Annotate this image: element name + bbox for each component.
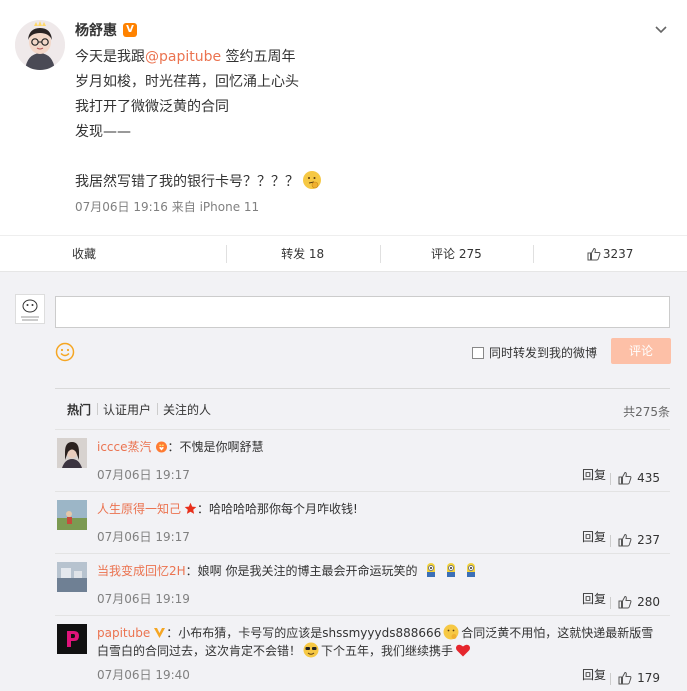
heart-icon xyxy=(456,644,471,657)
reply-button[interactable]: 回复 xyxy=(582,466,606,483)
tab-following[interactable]: 关注的人 xyxy=(157,401,217,418)
thumbs-up-icon xyxy=(618,595,632,609)
content-line: 今天是我跟 xyxy=(75,49,145,65)
comment-like-button[interactable]: 435 xyxy=(610,471,660,485)
repost-checkbox-label: 同时转发到我的微博 xyxy=(489,346,598,360)
my-avatar[interactable] xyxy=(15,294,45,324)
comment-text: 当我变成回忆2H：娘啊 你是我关注的博主最会开命运玩笑的 xyxy=(97,562,664,580)
author-name[interactable]: 杨舒惠 V xyxy=(75,20,137,40)
checkbox-box[interactable] xyxy=(472,346,484,359)
thinking-emoji-icon xyxy=(303,171,321,189)
tab-verified-users[interactable]: 认证用户 xyxy=(97,401,157,418)
thumbs-up-icon xyxy=(618,671,632,685)
repost-checkbox[interactable]: 同时转发到我的微博 xyxy=(472,344,597,361)
post-action-bar: 收藏 转发 18 评论 275 3237 xyxy=(0,236,687,272)
thumbs-up-icon xyxy=(587,247,601,260)
verified-icon xyxy=(154,628,166,638)
mention-link[interactable]: @papitube xyxy=(145,49,221,65)
reply-button[interactable]: 回复 xyxy=(582,528,606,545)
comment-item: iccce蒸汽 ：不愧是你啊舒慧 07月06日 19:17 回复 435 xyxy=(55,430,670,492)
author-avatar[interactable] xyxy=(15,20,65,70)
comment-body: ：娘啊 你是我关注的博主最会开命运玩笑的 xyxy=(185,564,418,578)
commenter-avatar[interactable] xyxy=(57,500,87,530)
reply-button[interactable]: 回复 xyxy=(582,590,606,607)
like-count: 3237 xyxy=(602,246,634,261)
commenter-name[interactable]: iccce蒸汽 xyxy=(97,440,152,454)
comment-like-button[interactable]: 179 xyxy=(610,671,660,685)
comment-like-count: 435 xyxy=(637,471,660,485)
like-button[interactable]: 3237 xyxy=(533,236,687,271)
minion-emoji-icon xyxy=(447,563,456,577)
comment-label: 评论 275 xyxy=(431,247,482,261)
commenter-avatar[interactable] xyxy=(57,624,87,654)
comment-body: ：哈哈哈哈那你每个月咋收钱! xyxy=(197,502,358,516)
comment-time: 07月06日 19:40 xyxy=(97,668,190,682)
comment-panel: 同时转发到我的微博 评论 热门 认证用户 关注的人 共275条 iccce蒸汽 ：… xyxy=(0,272,687,691)
weibo-post: 杨舒惠 V 今天是我跟@papitube 签约五周年 岁月如梭，时光荏苒，回忆涌… xyxy=(0,0,687,236)
comment-input[interactable] xyxy=(55,296,670,328)
post-content: 今天是我跟@papitube 签约五周年 岁月如梭，时光荏苒，回忆涌上心头 我打… xyxy=(75,45,321,195)
comment-item: papitube ：小布布猜，卡号写的应该是shssmyyyds888666 合同泛… xyxy=(55,616,670,691)
comment-total: 共275条 xyxy=(623,405,670,419)
favorite-label: 收藏 xyxy=(72,247,97,261)
minion-emoji-icon xyxy=(427,563,436,577)
content-line: 岁月如梭，时光荏苒，回忆涌上心头 xyxy=(75,74,299,90)
comment-text: 人生原得一知己 ：哈哈哈哈那你每个月咋收钱! xyxy=(97,500,664,518)
content-line: 发现—— xyxy=(75,124,131,140)
sunglasses-emoji-icon xyxy=(303,642,319,658)
commenter-avatar[interactable] xyxy=(57,562,87,592)
submit-comment-button[interactable]: 评论 xyxy=(611,338,671,364)
favorite-button[interactable]: 收藏 xyxy=(0,236,226,271)
comment-button[interactable]: 评论 275 xyxy=(379,236,534,271)
commenter-name[interactable]: 人生原得一知己 xyxy=(97,502,181,516)
comment-text: papitube ：小布布猜，卡号写的应该是shssmyyyds888666 合同泛… xyxy=(97,624,664,660)
chevron-down-icon[interactable] xyxy=(653,22,669,38)
comment-like-count: 237 xyxy=(637,533,660,547)
comment-time: 07月06日 19:17 xyxy=(97,468,190,482)
post-meta: 07月06日 19:16 来自 iPhone 11 xyxy=(75,200,260,214)
content-line: 我居然写错了我的银行卡号？？？？ xyxy=(75,174,299,190)
comment-body: ：小布布猜，卡号写的应该是shssmyyyds888666 xyxy=(166,626,442,640)
thinking-emoji-icon xyxy=(443,624,459,640)
comment-text: iccce蒸汽 ：不愧是你啊舒慧 xyxy=(97,438,664,456)
comment-time: 07月06日 19:19 xyxy=(97,592,190,606)
comment-body-3: 下个五年，我们继续携手 xyxy=(321,644,454,658)
comment-time: 07月06日 19:17 xyxy=(97,530,190,544)
comment-like-count: 179 xyxy=(637,671,660,685)
repost-button[interactable]: 转发 18 xyxy=(225,236,380,271)
thumbs-up-icon xyxy=(618,471,632,485)
comment-like-button[interactable]: 237 xyxy=(610,533,660,547)
star-icon xyxy=(184,502,197,514)
emoji-picker-icon[interactable] xyxy=(55,342,75,362)
tab-hot[interactable]: 热门 xyxy=(55,401,97,418)
comment-like-button[interactable]: 280 xyxy=(610,595,660,609)
content-line: 我打开了微微泛黄的合同 xyxy=(75,99,229,115)
comment-item: 当我变成回忆2H：娘啊 你是我关注的博主最会开命运玩笑的 07月06日 19:1… xyxy=(55,554,670,616)
commenter-name[interactable]: papitube xyxy=(97,626,150,640)
crown-heart-icon xyxy=(155,441,167,453)
reply-button[interactable]: 回复 xyxy=(582,666,606,683)
comment-body: ：不愧是你啊舒慧 xyxy=(167,440,264,454)
author-name-text[interactable]: 杨舒惠 xyxy=(75,20,117,40)
verified-icon: V xyxy=(123,23,137,37)
comment-item: 人生原得一知己 ：哈哈哈哈那你每个月咋收钱! 07月06日 19:17 回复 23… xyxy=(55,492,670,554)
comment-like-count: 280 xyxy=(637,595,660,609)
commenter-avatar[interactable] xyxy=(57,438,87,468)
minion-emoji-icon xyxy=(467,563,476,577)
comment-filter-bar: 热门 认证用户 关注的人 共275条 xyxy=(55,388,670,430)
content-line: 签约五周年 xyxy=(221,49,296,65)
commenter-name[interactable]: 当我变成回忆2H xyxy=(97,564,186,578)
thumbs-up-icon xyxy=(618,533,632,547)
repost-label: 转发 18 xyxy=(281,247,325,261)
